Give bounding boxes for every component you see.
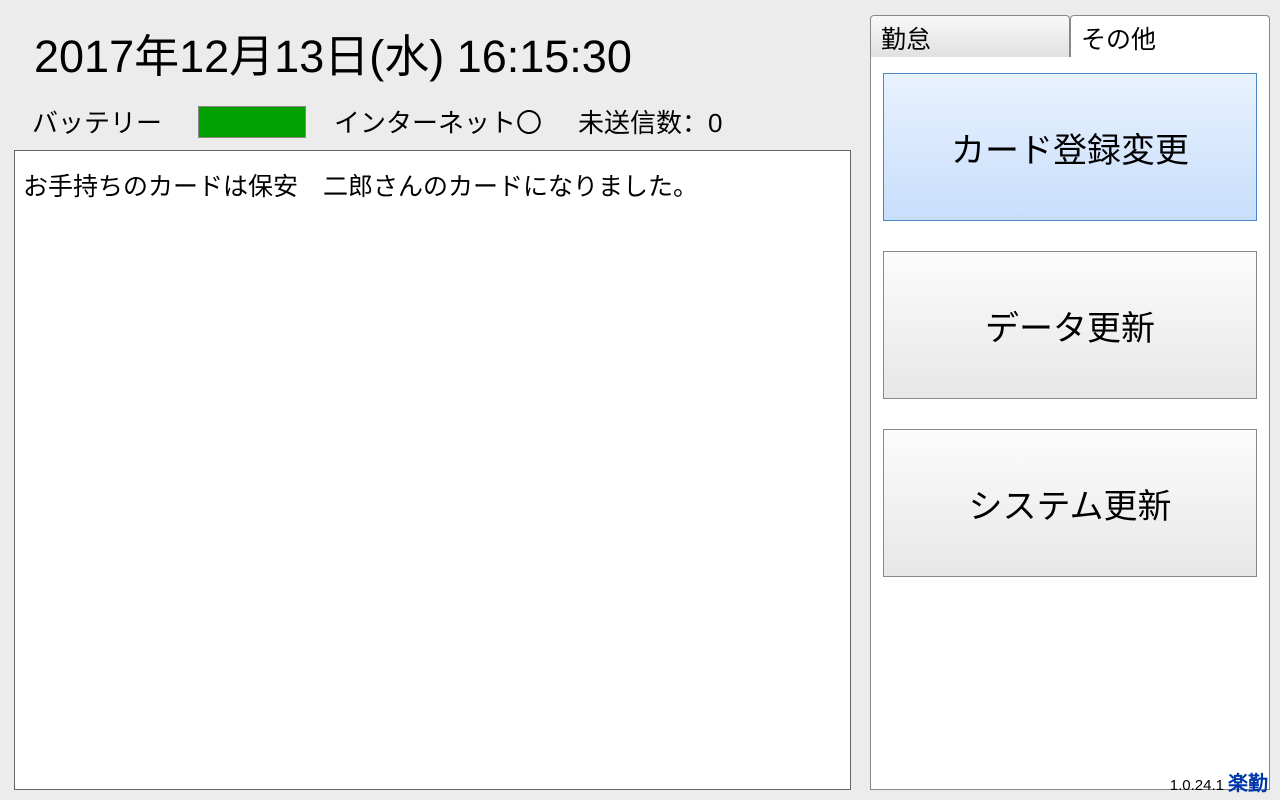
tab-bar: 勤怠 その他 bbox=[870, 14, 1270, 56]
system-update-button[interactable]: システム更新 bbox=[883, 429, 1257, 577]
tab-attendance[interactable]: 勤怠 bbox=[870, 15, 1070, 57]
side-panel: 勤怠 その他 カード登録変更 データ更新 システム更新 bbox=[866, 14, 1270, 790]
tab-panel-other: カード登録変更 データ更新 システム更新 bbox=[870, 56, 1270, 790]
message-area: お手持ちのカードは保安 二郎さんのカードになりました。 bbox=[14, 150, 851, 790]
message-text: お手持ちのカードは保安 二郎さんのカードになりました。 bbox=[23, 173, 698, 201]
unsent-count: 未送信数：0 bbox=[578, 103, 722, 140]
version-label: 1.0.24.1 bbox=[1170, 777, 1224, 794]
battery-level-icon bbox=[198, 106, 306, 138]
datetime-display: 2017年12月13日(水) 16:15:30 bbox=[14, 14, 866, 103]
battery-label: バッテリー bbox=[32, 103, 162, 140]
main-panel: 2017年12月13日(水) 16:15:30 バッテリー インターネット〇 未… bbox=[14, 14, 866, 790]
app-root: 2017年12月13日(水) 16:15:30 バッテリー インターネット〇 未… bbox=[0, 0, 1280, 800]
data-update-button[interactable]: データ更新 bbox=[883, 251, 1257, 399]
card-register-button[interactable]: カード登録変更 bbox=[883, 73, 1257, 221]
app-logo: 楽勤 bbox=[1228, 767, 1268, 796]
internet-status: インターネット〇 bbox=[334, 103, 542, 140]
tab-other[interactable]: その他 bbox=[1070, 15, 1270, 57]
footer: 1.0.24.1 楽勤 bbox=[1170, 767, 1268, 796]
status-row: バッテリー インターネット〇 未送信数：0 bbox=[14, 103, 866, 150]
